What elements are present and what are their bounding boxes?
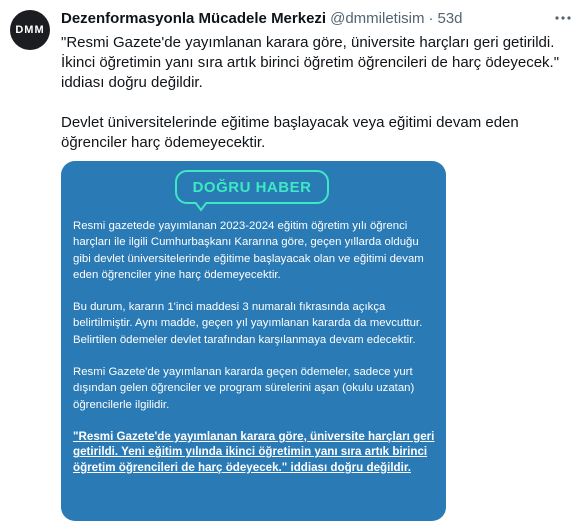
tweet-text: "Resmi Gazete'de yayımlanan karara göre,… [61,33,579,153]
card-paragraph: Bu durum, kararın 1'inci maddesi 3 numar… [73,301,423,346]
display-name[interactable]: Dezenformasyonla Mücadele Merkezi [61,9,326,29]
avatar-logo-text: DMM [15,24,45,36]
claim-verdict: "Resmi Gazete'de yayımlanan karara göre,… [73,429,435,474]
verdict-badge: DOĞRU HABER [175,170,329,204]
media-card[interactable]: DOĞRU HABER Resmi gazetede yayımlanan 20… [61,161,446,521]
tweet-header: Dezenformasyonla Mücadele Merkezi @dmmil… [61,9,547,29]
card-paragraph: Resmi Gazete'de yayımlanan kararda geçen… [73,366,415,411]
more-icon-glyph [555,16,571,20]
user-handle[interactable]: @dmmiletisim [330,9,424,29]
tweet[interactable]: DMM Dezenformasyonla Mücadele Merkezi @d… [0,0,587,521]
card-text: Resmi gazetede yayımlanan 2023-2024 eğit… [73,218,435,491]
separator-dot: · [428,10,434,27]
tweet-paragraph: Devlet üniversitelerinde eğitime başlaya… [61,114,519,151]
avatar[interactable]: DMM [10,10,50,50]
card-paragraph: Resmi gazetede yayımlanan 2023-2024 eğit… [73,220,424,281]
tweet-paragraph: "Resmi Gazete'de yayımlanan karara göre,… [61,34,560,91]
timestamp[interactable]: 53d [438,9,463,29]
badge-pointer-icon [195,202,207,212]
more-icon[interactable] [553,8,573,28]
